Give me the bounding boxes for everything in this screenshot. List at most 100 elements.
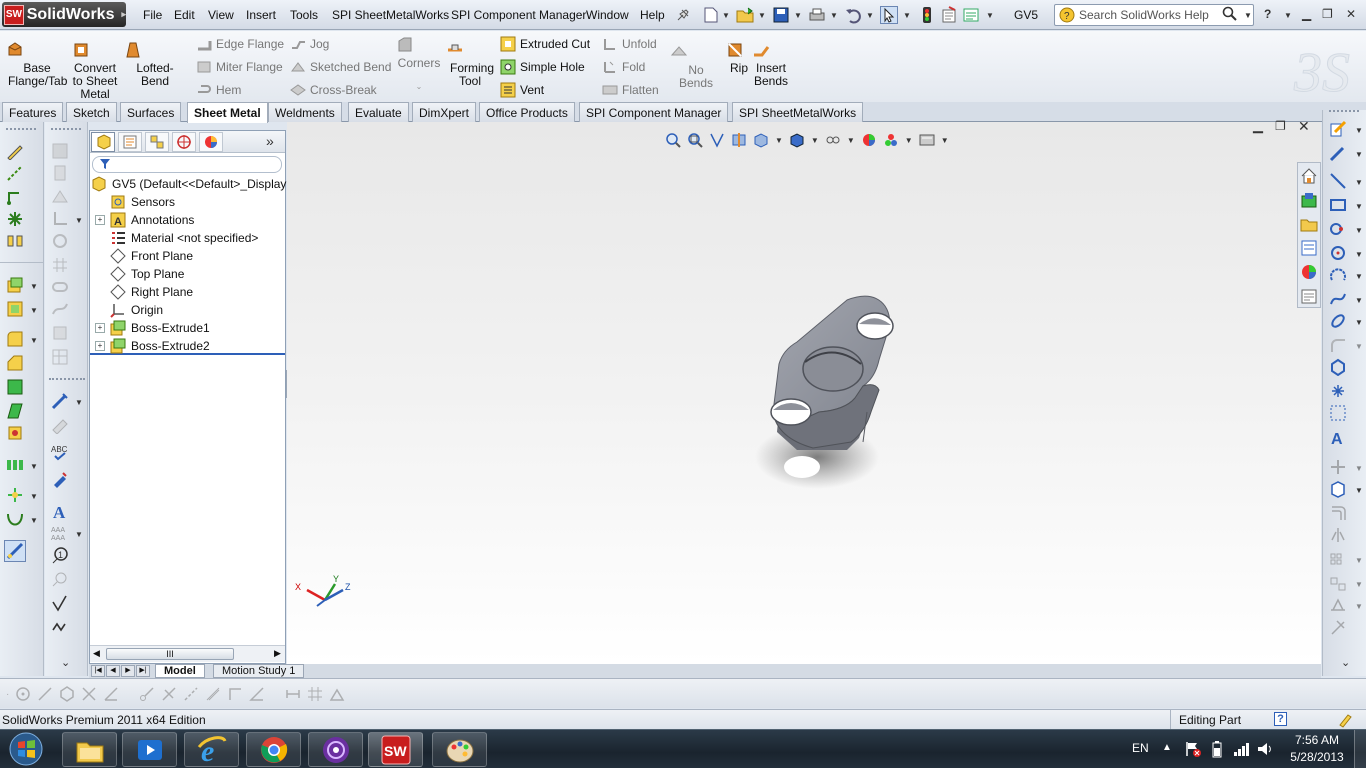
tab-dimxpert[interactable]: DimXpert (412, 102, 477, 122)
part-model-3d[interactable] (747, 292, 947, 492)
repair-sketch-icon[interactable] (1329, 618, 1347, 636)
rebuild-traffic-light-icon[interactable] (918, 6, 936, 24)
taskbar-paint[interactable] (432, 732, 487, 767)
chevron-down-icon[interactable]: ▼ (1355, 556, 1363, 565)
viewport-minimize-icon[interactable]: ▁ (1253, 118, 1263, 134)
convert-entities-icon[interactable] (1329, 480, 1347, 498)
tree-item[interactable]: Material <not specified> (90, 229, 285, 247)
toolbar-grip[interactable] (49, 378, 85, 380)
chevron-down-icon[interactable]: ▼ (75, 530, 83, 539)
home-icon[interactable] (1300, 167, 1318, 185)
corner-rectangle-icon[interactable] (227, 686, 243, 702)
auto-balloon-icon[interactable] (51, 570, 69, 588)
polygon-icon[interactable] (1329, 358, 1347, 376)
view-settings-icon[interactable] (919, 132, 935, 148)
undo-icon[interactable] (844, 6, 862, 24)
extruded-cut-button[interactable]: Extruded Cut (500, 36, 590, 52)
battery-icon[interactable] (1210, 740, 1224, 758)
menu-tools[interactable]: Tools (290, 8, 318, 22)
zoom-to-area-icon[interactable] (687, 132, 703, 148)
viewport-restore-icon[interactable]: ❐ (1275, 119, 1286, 133)
no-bends-button[interactable]: No Bends (670, 43, 722, 90)
rip-button[interactable]: Rip (726, 41, 752, 75)
centerline-icon[interactable] (51, 164, 69, 182)
help-button[interactable]: ? (1264, 7, 1271, 21)
action-center-flag-icon[interactable] (1184, 740, 1202, 758)
trim-icon[interactable] (51, 324, 69, 342)
status-help-button[interactable]: ? (1274, 712, 1287, 726)
tree-root-part[interactable]: GV5 (Default<<Default>_Display (90, 175, 286, 193)
linear-note-pattern-icon[interactable]: AAA AAA (51, 524, 69, 542)
trim-entities-icon[interactable] (81, 686, 97, 702)
tab-display-manager[interactable] (199, 132, 223, 152)
chevron-down-icon[interactable]: ▼ (1355, 342, 1363, 351)
scroll-right-icon[interactable]: ▶ (274, 648, 281, 659)
menu-help[interactable]: Help (640, 8, 665, 22)
unfold-button[interactable]: Unfold (602, 36, 657, 52)
tree-item[interactable]: Right Plane (90, 283, 285, 301)
hem-button[interactable]: Hem (196, 82, 241, 98)
tab-spi-component-manager[interactable]: SPI Component Manager (579, 102, 729, 122)
point-icon[interactable]: · (6, 689, 9, 700)
corners-button[interactable]: Corners ⌄ (396, 36, 442, 93)
tree-item[interactable]: + A Annotations (90, 211, 285, 229)
chevron-down-icon[interactable]: ▼ (1244, 11, 1252, 20)
chevron-down-icon[interactable]: ▼ (1355, 464, 1363, 473)
tab-motion-study-1[interactable]: Motion Study 1 (213, 664, 305, 678)
save-icon[interactable] (772, 6, 790, 24)
expand-toolbar-icon[interactable]: ⌄ (61, 656, 70, 669)
tab-model[interactable]: Model (155, 664, 205, 678)
chevron-down-icon[interactable]: ▼ (811, 136, 819, 145)
line-tool-icon[interactable] (37, 686, 53, 702)
arc-tool-icon[interactable] (1329, 266, 1347, 284)
chevron-down-icon[interactable]: ▼ (830, 11, 838, 20)
chevron-down-icon[interactable]: ▼ (941, 136, 949, 145)
curves-icon[interactable] (6, 510, 24, 528)
weld-symbol-icon[interactable] (51, 618, 69, 636)
insert-bends-button[interactable]: Insert Bends (752, 41, 790, 88)
display-style-icon[interactable] (789, 132, 805, 148)
view-palette-icon[interactable] (1300, 239, 1318, 257)
rectangle-icon[interactable] (1329, 196, 1347, 214)
tree-item[interactable]: + Boss-Extrude1 (90, 319, 285, 337)
toolbar-grip[interactable] (51, 128, 81, 130)
view-orientation-icon[interactable] (753, 132, 769, 148)
minimize-icon[interactable]: ▁ (1302, 7, 1311, 21)
system-clock[interactable]: 7:56 AM 5/28/2013 (1286, 732, 1348, 766)
measure-icon[interactable] (51, 416, 69, 434)
show-desktop-button[interactable] (1354, 730, 1366, 768)
taskbar-solidworks[interactable]: SW (368, 732, 423, 767)
chevron-down-icon[interactable]: ▼ (30, 516, 38, 525)
reference-geometry-icon[interactable] (6, 486, 24, 504)
apply-scene-icon[interactable] (883, 132, 899, 148)
shell-icon[interactable] (6, 378, 24, 396)
centerline-icon[interactable] (205, 686, 221, 702)
expand-toggle-icon[interactable]: + (95, 323, 105, 333)
menu-window[interactable]: Window (586, 8, 629, 22)
draft-icon[interactable] (6, 402, 24, 420)
circle-tool-icon[interactable] (1329, 244, 1347, 262)
chevron-down-icon[interactable]: ▼ (1355, 126, 1363, 135)
volume-icon[interactable] (1256, 740, 1274, 758)
chevron-down-icon[interactable]: ▼ (75, 216, 83, 225)
chevron-down-icon[interactable]: ▼ (1355, 226, 1363, 235)
split-entities-icon[interactable] (161, 686, 177, 702)
trim-entities-icon[interactable] (1329, 458, 1347, 476)
new-document-icon[interactable] (702, 6, 720, 24)
start-button[interactable] (4, 731, 48, 767)
show-hidden-icons-icon[interactable]: ▲ (1162, 742, 1172, 753)
linear-pattern-icon[interactable] (6, 456, 24, 474)
tab-configuration-manager[interactable] (145, 132, 169, 152)
grid-snap-icon[interactable] (307, 686, 323, 702)
scroll-thumb[interactable]: III (106, 648, 234, 660)
spell-check-icon[interactable]: ABC (51, 444, 69, 462)
taskbar-chrome[interactable] (246, 732, 301, 767)
appearances-scenes-icon[interactable] (1300, 263, 1318, 281)
next-tab-icon[interactable]: ▶ (121, 665, 135, 677)
expand-panel-icon[interactable]: » (266, 133, 274, 149)
chevron-down-icon[interactable]: ▼ (30, 462, 38, 471)
base-flange-button[interactable]: Base Flange/Tab (6, 41, 68, 88)
chevron-down-icon[interactable]: ▼ (775, 136, 783, 145)
circle-icon[interactable] (51, 232, 69, 250)
close-icon[interactable]: ✕ (1346, 7, 1356, 21)
